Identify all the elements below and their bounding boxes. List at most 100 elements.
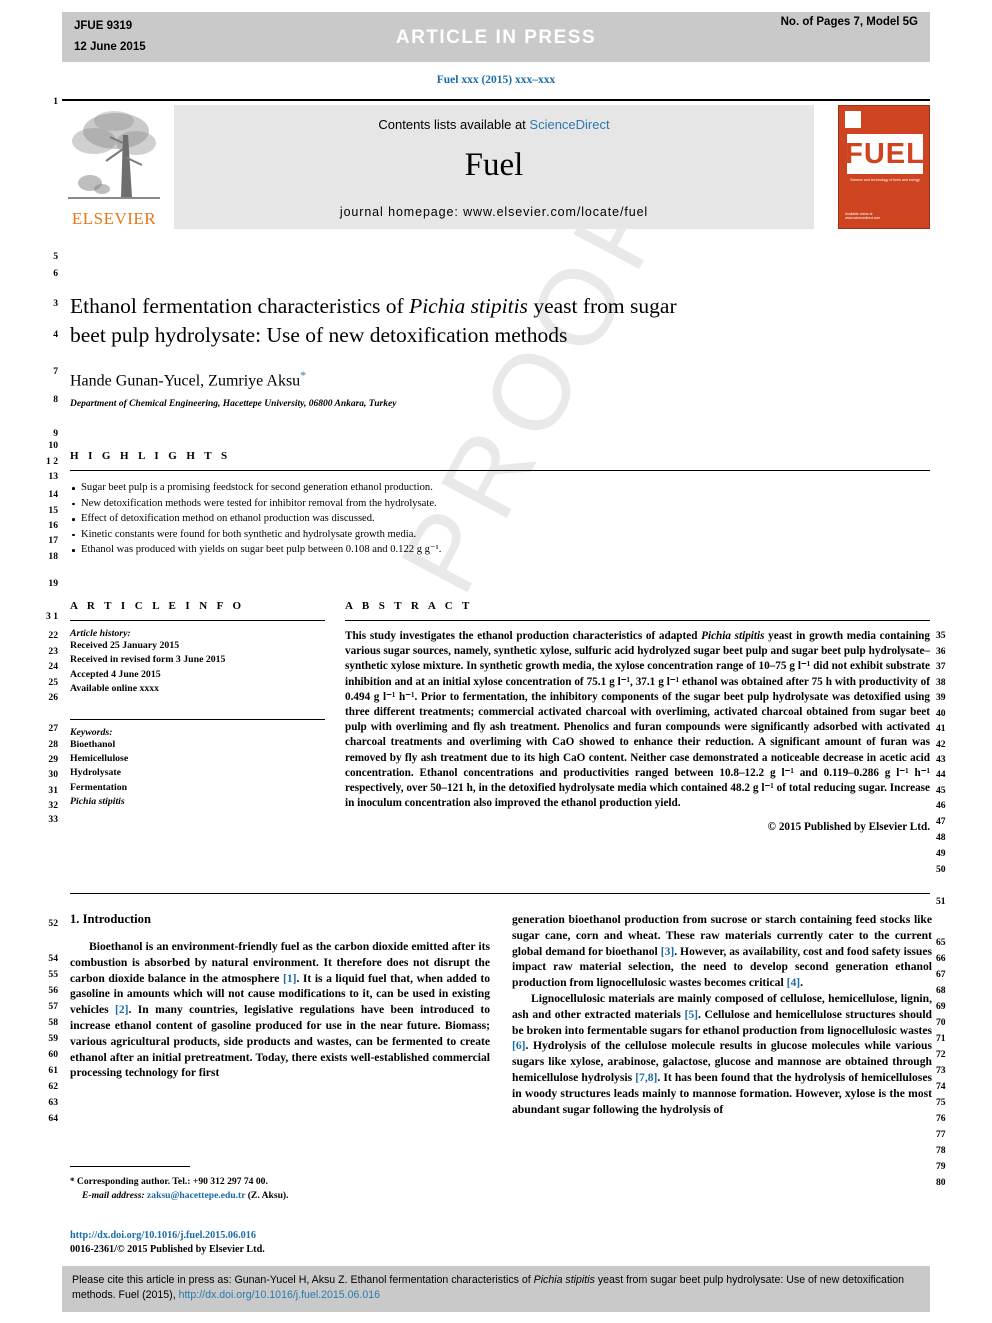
line-number: 1 xyxy=(53,96,58,107)
running-head: Fuel xxx (2015) xxx–xxx xyxy=(436,74,556,86)
line-number: 45 xyxy=(936,785,946,796)
keywords-rule xyxy=(70,718,325,720)
line-number: 75 xyxy=(936,1097,946,1108)
line-number: 8 xyxy=(53,394,58,405)
line-number: 77 xyxy=(936,1129,946,1140)
affiliation: Department of Chemical Engineering, Hace… xyxy=(70,399,397,410)
line-number: 62 xyxy=(48,1081,58,1092)
line-number: 65 xyxy=(936,937,946,948)
line-number: 1 2 xyxy=(46,456,58,467)
press-banner-text: ARTICLE IN PRESS xyxy=(395,27,597,48)
line-number: 5 xyxy=(53,251,58,262)
cover-footer: Available online at www.sciencedirect.co… xyxy=(845,212,881,220)
history-item: Received in revised form 3 June 2015 xyxy=(70,654,226,666)
masthead-center: Contents lists available at ScienceDirec… xyxy=(174,105,814,229)
line-number: 78 xyxy=(936,1145,946,1156)
elsevier-wordmark: ELSEVIER xyxy=(71,209,157,228)
citation-ref[interactable]: [7,8] xyxy=(635,1071,657,1084)
line-number: 37 xyxy=(936,661,946,672)
list-item: Kinetic constants were found for both sy… xyxy=(70,527,930,543)
abstract-part-1: This study investigates the ethanol prod… xyxy=(345,630,702,642)
cite-text: Please cite this article in press as: Gu… xyxy=(72,1273,920,1303)
abstract-rule xyxy=(345,620,930,621)
abstract-copyright: © 2015 Published by Elsevier Ltd. xyxy=(767,821,930,834)
issn-line: 0016-2361/© 2015 Published by Elsevier L… xyxy=(70,1244,265,1255)
intro-paragraph-right-2: Lignocellulosic materials are mainly com… xyxy=(512,991,932,1117)
line-number: 35 xyxy=(936,630,946,641)
article-info-rule xyxy=(70,620,325,621)
line-number: 14 xyxy=(48,489,58,500)
line-number: 15 xyxy=(48,505,58,516)
contents-line: Contents lists available at ScienceDirec… xyxy=(174,117,814,132)
sciencedirect-link[interactable]: ScienceDirect xyxy=(529,117,609,132)
line-number: 60 xyxy=(48,1049,58,1060)
citation-ref[interactable]: [1] xyxy=(283,972,297,985)
line-number: 13 xyxy=(48,471,58,482)
line-number: 61 xyxy=(48,1065,58,1076)
line-number: 73 xyxy=(936,1065,946,1076)
citation-ref[interactable]: [2] xyxy=(115,1003,129,1016)
cite-doi-link[interactable]: http://dx.doi.org/10.1016/j.fuel.2015.06… xyxy=(179,1289,380,1301)
line-number: 26 xyxy=(48,692,58,703)
author-list: Hande Gunan-Yucel, Zumriye Aksu* xyxy=(70,368,710,390)
intro-left-column: 1. Introduction Bioethanol is an environ… xyxy=(70,912,490,1081)
doi-link[interactable]: http://dx.doi.org/10.1016/j.fuel.2015.06… xyxy=(70,1229,490,1243)
line-number: 22 xyxy=(48,630,58,641)
pages-model: No. of Pages 7, Model 5G xyxy=(780,16,918,28)
intro-paragraph-right-1: generation bioethanol production from su… xyxy=(512,912,932,991)
cite-prefix: Please cite this article in press as: Gu… xyxy=(72,1274,534,1286)
list-item: Ethanol was produced with yields on suga… xyxy=(70,542,930,558)
title-line2: beet pulp hydrolysate: Use of new detoxi… xyxy=(70,323,568,347)
intro-right-c: . xyxy=(800,976,804,990)
line-number: 6 xyxy=(53,268,58,279)
abstract-species: Pichia stipitis xyxy=(701,630,765,642)
line-number: 19 xyxy=(48,578,58,589)
line-number: 28 xyxy=(48,739,58,750)
line-number: 52 xyxy=(48,918,58,929)
line-number: 66 xyxy=(936,953,946,964)
citation-ref[interactable]: [5] xyxy=(684,1008,698,1021)
footnote-separator xyxy=(70,1166,190,1167)
keyword-item: Bioethanol xyxy=(70,738,116,750)
doi-block: http://dx.doi.org/10.1016/j.fuel.2015.06… xyxy=(70,1229,490,1257)
line-number: 59 xyxy=(48,1033,58,1044)
line-number: 32 xyxy=(48,800,58,811)
history-item: Accepted 4 June 2015 xyxy=(70,668,161,680)
citation-ref[interactable]: [3] xyxy=(661,945,675,958)
line-number: 50 xyxy=(936,864,946,875)
line-number: 49 xyxy=(936,848,946,859)
line-number: 79 xyxy=(936,1161,946,1172)
abstract-heading: A B S T R A C T xyxy=(345,600,473,612)
highlights-rule xyxy=(70,470,930,471)
article-info-heading: A R T I C L E I N F O xyxy=(70,600,245,612)
article-in-press-banner: JFUE 9319 12 June 2015 ARTICLE IN PRESS … xyxy=(62,12,930,62)
email-link[interactable]: zaksu@hacettepe.edu.tr xyxy=(147,1190,245,1201)
list-item: New detoxification methods were tested f… xyxy=(70,496,930,512)
line-number: 33 xyxy=(48,814,58,825)
journal-homepage[interactable]: journal homepage: www.elsevier.com/locat… xyxy=(174,205,814,219)
list-item: Sugar beet pulp is a promising feedstock… xyxy=(70,480,930,496)
intro-left-c: . In many countries, legislative regulat… xyxy=(70,1003,490,1080)
intro-right-column: generation bioethanol production from su… xyxy=(512,912,932,1117)
line-number: 56 xyxy=(48,985,58,996)
cover-wordmark: FUEL xyxy=(845,134,924,174)
list-item: Effect of detoxification method on ethan… xyxy=(70,511,930,527)
citation-ref[interactable]: [6] xyxy=(512,1039,526,1052)
abstract-bottom-rule xyxy=(70,893,930,894)
line-number: 54 xyxy=(48,953,58,964)
line-number: 43 xyxy=(936,754,946,765)
corresponding-author-marker: * xyxy=(300,368,307,382)
journal-cover-thumbnail: FUEL Science and technology of fuels and… xyxy=(838,105,930,229)
citation-ref[interactable]: [4] xyxy=(787,976,801,989)
line-number: 55 xyxy=(48,969,58,980)
line-number: 4 xyxy=(53,329,58,340)
line-number: 29 xyxy=(48,754,58,765)
line-number: 17 xyxy=(48,535,58,546)
line-number: 25 xyxy=(48,677,58,688)
cite-this-article-box: Please cite this article in press as: Gu… xyxy=(62,1266,930,1312)
line-number: 74 xyxy=(936,1081,946,1092)
line-number: 30 xyxy=(48,769,58,780)
line-number: 76 xyxy=(936,1113,946,1124)
article-history-label: Article history: xyxy=(70,628,131,639)
line-number: 38 xyxy=(936,677,946,688)
